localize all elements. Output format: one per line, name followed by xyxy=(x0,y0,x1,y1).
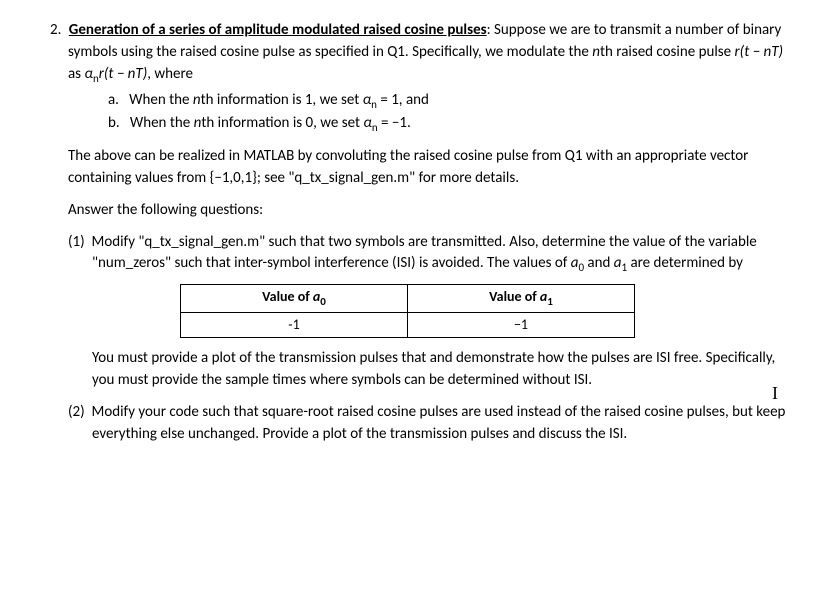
sub-a-p2: th information is 1, we set xyxy=(201,91,363,109)
intro-mid2: as xyxy=(68,65,84,83)
question-number: 2. xyxy=(50,21,65,39)
sub-b-label: b. xyxy=(108,114,120,132)
question-intro: Generation of a series of amplitude modu… xyxy=(68,21,783,83)
sub-a-label: a. xyxy=(108,91,119,109)
table-row: -1 −1 xyxy=(181,312,635,337)
intro-mid1: th raised cosine pulse xyxy=(600,43,735,61)
subquestion-2: (2) Modify your code such that square-ro… xyxy=(40,402,787,446)
sub-a-alpha: α xyxy=(363,91,371,109)
q2-body: Modify your code such that square-root r… xyxy=(92,403,786,443)
sub-a-p3: = 1, and xyxy=(377,91,429,109)
table-header-a1: Value of a1 xyxy=(408,285,635,313)
text-cursor-icon: I xyxy=(772,380,778,406)
h2-pre: Value of xyxy=(489,288,540,305)
question-block: 2. Generation of a series of amplitude m… xyxy=(40,20,787,86)
values-table: Value of a0 Value of a1 -1 −1 xyxy=(180,284,635,338)
sub-b-p3: = −1. xyxy=(378,114,411,132)
matlab-para: The above can be realized in MATLAB by c… xyxy=(40,146,787,190)
h1-s: 0 xyxy=(320,295,326,308)
sublist: a. When the nth information is 1, we set… xyxy=(40,90,787,136)
q1-body: Modify "q_tx_signal_gen.m" such that two… xyxy=(92,233,757,273)
intro-expr2b: r(t − nT) xyxy=(99,65,148,83)
sub-b-p2: th information is 0, we set xyxy=(201,114,363,132)
table-header-a0: Value of a0 xyxy=(181,285,408,313)
h1-pre: Value of xyxy=(262,288,313,305)
q1-label: (1) xyxy=(68,233,85,251)
sub-a-nth: n xyxy=(193,91,201,109)
sublist-item-a: a. When the nth information is 1, we set… xyxy=(108,90,787,113)
intro-expr1: r(t − nT) xyxy=(735,43,784,61)
intro-tail: , where xyxy=(147,65,193,83)
table-cell-v2: −1 xyxy=(408,312,635,337)
sublist-item-b: b. When the nth information is 0, we set… xyxy=(108,113,787,136)
table-header-row: Value of a0 Value of a1 xyxy=(181,285,635,313)
subquestion-1: (1) Modify "q_tx_signal_gen.m" such that… xyxy=(40,232,787,277)
intro-alpha: α xyxy=(84,65,92,83)
q1-after-table: You must provide a plot of the transmiss… xyxy=(40,348,787,392)
sub-a-p1: When the xyxy=(129,91,193,109)
q2-label: (2) xyxy=(68,403,85,421)
table-cell-v1: -1 xyxy=(181,312,408,337)
q1-tail: are determined by xyxy=(627,254,743,272)
h2-s: 1 xyxy=(547,295,553,308)
answer-prompt: Answer the following questions: xyxy=(40,200,787,222)
sub-b-p1: When the xyxy=(130,114,194,132)
question-title: Generation of a series of amplitude modu… xyxy=(69,21,487,39)
q1-mid: and xyxy=(584,254,614,272)
sub-b-alpha: α xyxy=(363,114,371,132)
intro-nth1: n xyxy=(592,43,600,61)
